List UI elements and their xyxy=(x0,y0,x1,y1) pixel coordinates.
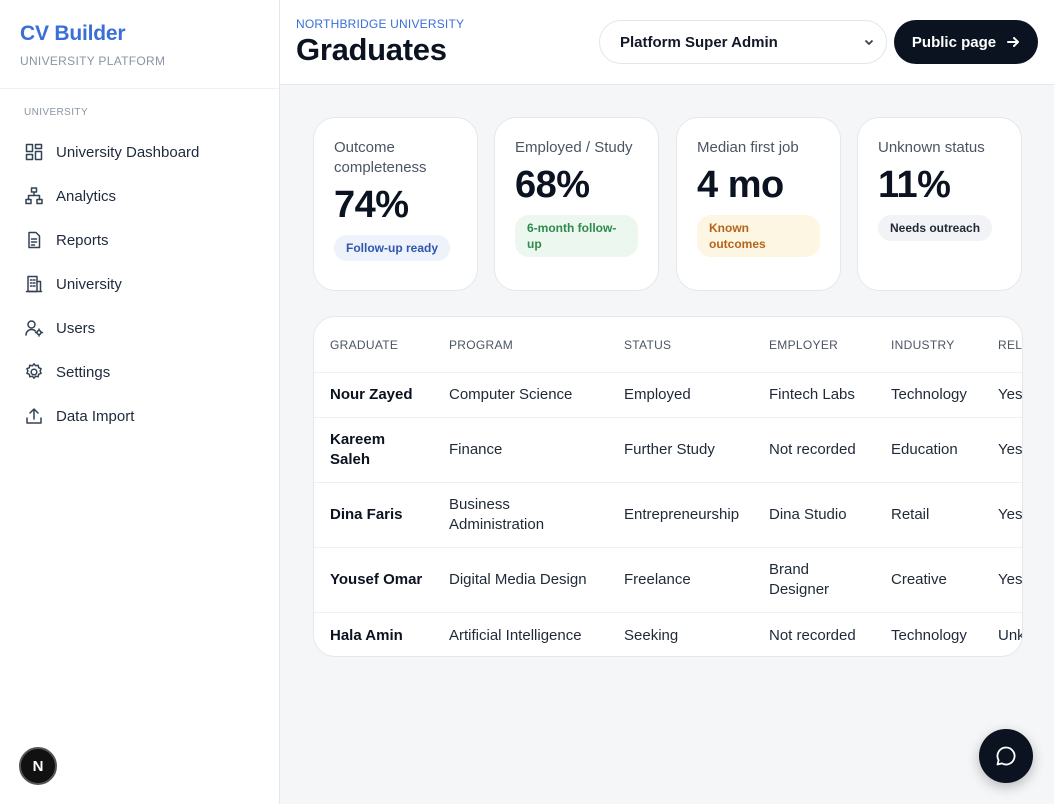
role-select[interactable]: Platform Super Admin xyxy=(599,20,887,64)
sidebar-nav: University Dashboard Analytics Reports U… xyxy=(0,130,279,438)
stat-card-value: 4 mo xyxy=(697,164,784,206)
cell-graduate: Yousef Omar xyxy=(330,571,423,588)
sidebar: CV Builder UNIVERSITY PLATFORM UNIVERSIT… xyxy=(0,0,280,804)
role-select-value: Platform Super Admin xyxy=(620,33,778,51)
sidebar-item-label: University xyxy=(56,275,122,293)
table-row[interactable]: Nour Zayed Computer Science Employed Fin… xyxy=(314,373,1022,418)
stat-card-value: 68% xyxy=(515,164,590,206)
stat-card-median-first-job: Median first job 4 mo Known outcomes xyxy=(676,117,841,291)
table-row[interactable]: Yousef Omar Digital Media Design Freelan… xyxy=(314,548,1022,613)
cell-industry: Technology xyxy=(891,386,967,403)
sidebar-item-label: Reports xyxy=(56,231,109,249)
column-header-related[interactable]: REL xyxy=(998,338,1022,352)
cell-status: Entrepreneurship xyxy=(624,506,740,523)
stat-card-label: Unknown status xyxy=(878,139,985,156)
cell-graduate: Dina Faris xyxy=(330,506,403,523)
graduates-table: GRADUATE PROGRAM STATUS EMPLOYER INDUSTR… xyxy=(313,316,1023,657)
building-icon xyxy=(24,274,44,294)
cell-employer: Fintech Labs xyxy=(769,386,855,403)
brand-title[interactable]: CV Builder xyxy=(20,22,259,46)
status-badge: Needs outreach xyxy=(878,215,993,241)
public-page-label: Public page xyxy=(911,33,997,51)
page-title: Graduates xyxy=(296,32,447,67)
cell-industry: Retail xyxy=(891,506,930,523)
upload-icon xyxy=(24,406,44,426)
sidebar-item-university[interactable]: University xyxy=(0,262,279,306)
sidebar-item-label: University Dashboard xyxy=(56,143,200,161)
status-badge: 6-month follow-up xyxy=(515,215,638,257)
cell-graduate: Hala Amin xyxy=(330,626,403,644)
column-header-graduate[interactable]: GRADUATE xyxy=(314,338,449,352)
cell-related: Unk xyxy=(998,626,1023,644)
cell-employer: Not recorded xyxy=(769,626,856,644)
table-header: GRADUATE PROGRAM STATUS EMPLOYER INDUSTR… xyxy=(314,317,1022,373)
cell-related: Yes xyxy=(998,441,1023,458)
sidebar-item-label: Settings xyxy=(56,363,111,381)
table-row[interactable]: Kareem Saleh Finance Further Study Not r… xyxy=(314,418,1022,483)
table-row[interactable]: Dina Faris Business Administration Entre… xyxy=(314,483,1022,548)
brand-subtitle: UNIVERSITY PLATFORM xyxy=(20,54,166,68)
cell-program: Business Administration xyxy=(449,496,545,533)
document-icon xyxy=(24,230,44,250)
stat-cards: Outcome completeness 74% Follow-up ready… xyxy=(313,117,1023,291)
cell-related: Yes xyxy=(998,506,1023,523)
grid-icon xyxy=(24,142,44,162)
gear-icon xyxy=(24,362,44,382)
sidebar-item-data-import[interactable]: Data Import xyxy=(0,394,279,438)
cell-status: Seeking xyxy=(624,626,679,644)
cell-status: Freelance xyxy=(624,571,691,588)
stat-card-outcome-completeness: Outcome completeness 74% Follow-up ready xyxy=(313,117,478,291)
cell-status: Employed xyxy=(624,386,691,403)
column-header-status[interactable]: STATUS xyxy=(624,338,769,352)
cell-industry: Creative xyxy=(891,571,947,588)
cell-program: Artificial Intelligence xyxy=(449,626,582,644)
cell-graduate: Kareem Saleh xyxy=(330,431,386,468)
stat-card-employed-study: Employed / Study 68% 6-month follow-up xyxy=(494,117,659,291)
chevron-down-icon xyxy=(862,35,876,49)
sidebar-item-reports[interactable]: Reports xyxy=(0,218,279,262)
cell-industry: Education xyxy=(891,441,958,458)
column-header-industry[interactable]: INDUSTRY xyxy=(891,338,998,352)
org-name: NORTHBRIDGE UNIVERSITY xyxy=(296,17,465,31)
stat-card-label: Median first job xyxy=(697,139,799,156)
cell-program: Finance xyxy=(449,441,503,458)
cell-employer: Brand Designer xyxy=(769,561,830,598)
sidebar-item-users[interactable]: Users xyxy=(0,306,279,350)
column-header-employer[interactable]: EMPLOYER xyxy=(769,338,891,352)
arrow-right-icon xyxy=(1007,37,1020,47)
stat-card-label: Employed / Study xyxy=(515,139,633,156)
cell-related: Yes xyxy=(998,386,1023,403)
stat-card-label: Outcome completeness xyxy=(334,139,427,176)
brand: CV Builder UNIVERSITY PLATFORM xyxy=(0,0,279,89)
status-badge: Known outcomes xyxy=(697,215,820,257)
column-header-program[interactable]: PROGRAM xyxy=(449,338,624,352)
stat-card-value: 11% xyxy=(878,164,951,206)
sidebar-section-label: UNIVERSITY xyxy=(24,107,89,118)
stat-card-value: 74% xyxy=(334,184,409,226)
public-page-button[interactable]: Public page xyxy=(894,20,1038,64)
hierarchy-icon xyxy=(24,186,44,206)
sidebar-item-label: Users xyxy=(56,319,96,337)
chat-button[interactable] xyxy=(979,729,1033,783)
cell-employer: Dina Studio xyxy=(769,506,847,523)
sidebar-item-label: Data Import xyxy=(56,407,135,425)
cell-employer: Not recorded xyxy=(769,441,856,458)
cell-program: Computer Science xyxy=(449,386,573,403)
cell-related: Yes xyxy=(998,571,1023,588)
status-badge: Follow-up ready xyxy=(334,235,451,261)
chat-bubble-icon xyxy=(996,746,1016,766)
avatar[interactable]: N xyxy=(19,747,57,785)
cell-graduate: Nour Zayed xyxy=(330,386,413,403)
stat-card-unknown-status: Unknown status 11% Needs outreach xyxy=(857,117,1022,291)
topbar: NORTHBRIDGE UNIVERSITY Graduates Platfor… xyxy=(280,0,1054,85)
user-gear-icon xyxy=(24,318,44,338)
sidebar-item-label: Analytics xyxy=(56,187,117,205)
sidebar-item-settings[interactable]: Settings xyxy=(0,350,279,394)
sidebar-item-university-dashboard[interactable]: University Dashboard xyxy=(0,130,279,174)
cell-industry: Technology xyxy=(891,626,967,644)
table-row[interactable]: Hala Amin Artificial Intelligence Seekin… xyxy=(314,613,1023,656)
sidebar-item-analytics[interactable]: Analytics xyxy=(0,174,279,218)
cell-program: Digital Media Design xyxy=(449,571,587,588)
cell-status: Further Study xyxy=(624,441,715,458)
